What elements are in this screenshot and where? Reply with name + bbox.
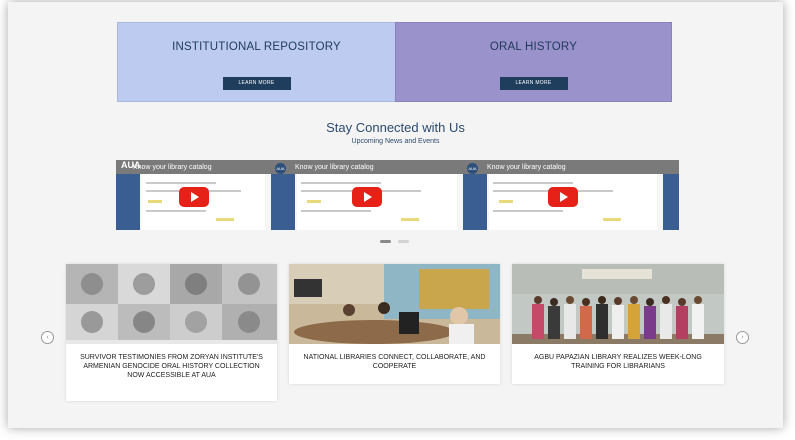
page-frame: INSTITUTIONAL REPOSITORY LEARN MORE ORAL…	[8, 2, 783, 428]
carousel-prev-button[interactable]: ‹	[41, 331, 54, 344]
video-title: Know your library catalog	[133, 164, 212, 171]
news-title[interactable]: SURVIVOR TESTIMONIES FROM ZORYAN INSTITU…	[74, 354, 269, 380]
channel-avatar: AUA	[467, 163, 478, 174]
video-highlight	[307, 200, 321, 203]
chevron-right-icon: ›	[741, 334, 744, 341]
video-thumbnail-3[interactable]: AUA Know your library catalog	[463, 160, 663, 230]
video-text-line	[493, 182, 573, 184]
news-image-group	[512, 264, 724, 344]
portrait-collage-image	[66, 264, 277, 344]
stay-connected-heading: Stay Connected with Us	[326, 120, 465, 135]
video-title: Know your library catalog	[295, 164, 374, 171]
news-title[interactable]: AGBU PAPAZIAN LIBRARY REALIZES WEEK-LONG…	[520, 354, 716, 372]
institutional-repository-title: INSTITUTIONAL REPOSITORY	[172, 41, 341, 53]
chevron-left-icon: ‹	[46, 334, 49, 341]
oral-history-learn-more-button[interactable]: LEARN MORE	[499, 77, 568, 90]
news-image-portraits	[66, 264, 277, 344]
news-card-2[interactable]: NATIONAL LIBRARIES CONNECT, COLLABORATE,…	[289, 264, 500, 384]
institutional-repository-panel[interactable]: INSTITUTIONAL REPOSITORY LEARN MORE	[117, 22, 396, 102]
video-highlight	[216, 218, 234, 221]
video-highlight	[148, 200, 162, 203]
news-card-1[interactable]: SURVIVOR TESTIMONIES FROM ZORYAN INSTITU…	[66, 264, 277, 401]
oral-history-title: ORAL HISTORY	[489, 41, 578, 53]
video-text-line	[301, 210, 371, 212]
news-image-meeting	[289, 264, 500, 344]
video-text-line	[301, 182, 381, 184]
play-button-icon[interactable]	[178, 187, 209, 207]
carousel-next-button[interactable]: ›	[736, 331, 749, 344]
video-thumbnail-2[interactable]: AUA Know your library catalog	[271, 160, 463, 230]
carousel-dot[interactable]	[398, 240, 409, 243]
video-sidebar	[271, 174, 295, 230]
video-thumbnail-1[interactable]: AUA Know your library catalog	[116, 160, 271, 230]
video-text-line	[146, 182, 216, 184]
video-text-line	[493, 210, 563, 212]
video-sidebar	[116, 174, 140, 230]
video-title-bar	[663, 160, 679, 174]
institutional-repository-learn-more-button[interactable]: LEARN MORE	[222, 77, 291, 90]
stay-connected-subheading: Upcoming News and Events	[351, 138, 440, 145]
play-button-icon[interactable]	[548, 187, 578, 207]
video-highlight	[603, 218, 621, 221]
carousel-dot-active[interactable]	[380, 240, 391, 243]
video-highlight	[401, 218, 419, 221]
channel-avatar: AUA	[275, 163, 286, 174]
play-button-icon[interactable]	[352, 187, 382, 207]
news-card-3[interactable]: AGBU PAPAZIAN LIBRARY REALIZES WEEK-LONG…	[512, 264, 724, 384]
oral-history-panel[interactable]: ORAL HISTORY LEARN MORE	[395, 22, 672, 102]
video-title: Know your library catalog	[487, 164, 566, 171]
video-sidebar	[663, 174, 679, 230]
meeting-photo-image	[289, 264, 500, 344]
news-title[interactable]: NATIONAL LIBRARIES CONNECT, COLLABORATE,…	[297, 354, 492, 372]
group-photo-image	[512, 264, 724, 344]
video-thumbnail-4-partial[interactable]	[663, 160, 679, 230]
video-text-line	[146, 210, 206, 212]
video-highlight	[499, 200, 513, 203]
video-sidebar	[463, 174, 487, 230]
